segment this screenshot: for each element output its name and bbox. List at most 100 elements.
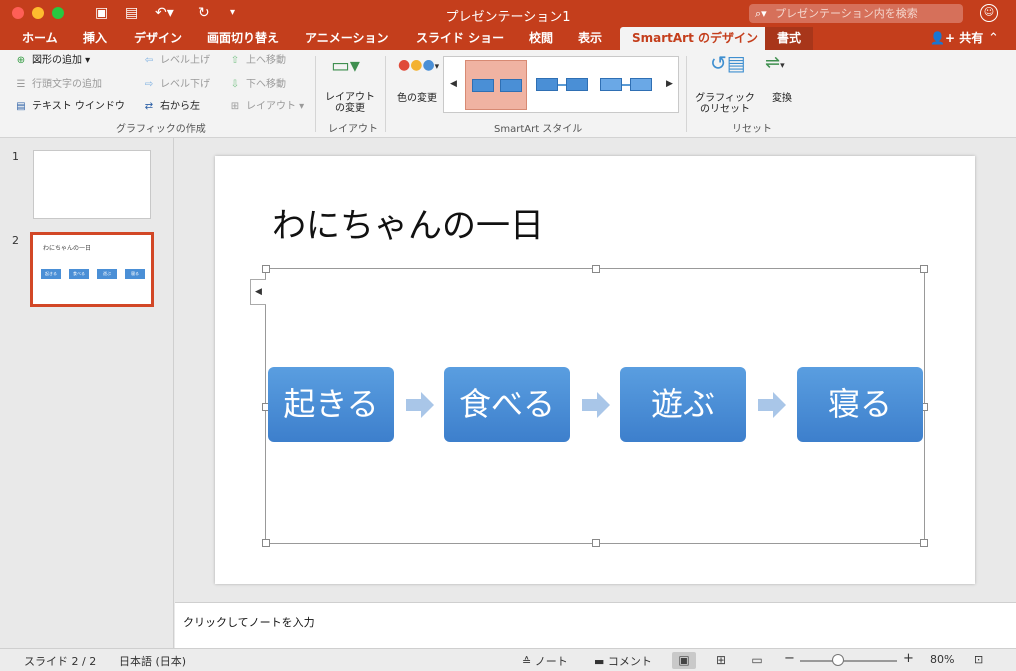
slide-title[interactable]: わにちゃんの一日: [272, 198, 544, 247]
bullet-icon: ☰: [16, 79, 26, 90]
right-arrow-icon: [582, 392, 610, 418]
fit-to-window-icon[interactable]: ⊡: [974, 653, 983, 666]
resize-handle[interactable]: [262, 539, 270, 547]
resize-handle[interactable]: [920, 265, 928, 273]
resize-handle[interactable]: [262, 265, 270, 273]
slide-thumbnail-2[interactable]: わにちゃんの一日 起きる 食べる 遊ぶ 寝る: [30, 232, 154, 307]
notes-pane[interactable]: クリックしてノートを入力: [175, 602, 1016, 648]
tab-slideshow[interactable]: スライド ショー: [416, 27, 504, 50]
add-bullet-button[interactable]: ☰ 行頭文字の追加: [14, 78, 102, 92]
group-label-styles: SmartArt スタイル: [494, 124, 583, 135]
tab-transitions[interactable]: 画面切り替え: [207, 27, 279, 50]
normal-view-icon[interactable]: ▣: [672, 652, 696, 669]
tab-home[interactable]: ホーム: [22, 27, 58, 50]
search-icon: ⌕▾: [755, 7, 767, 20]
language-indicator[interactable]: 日本語 (日本): [119, 653, 186, 669]
layout-icon: ▭▾: [331, 53, 360, 77]
demote-label: レベル下げ: [160, 79, 210, 90]
notes-icon: ≙: [522, 655, 535, 668]
convert-label: 変換: [772, 93, 792, 104]
resize-handle[interactable]: [920, 539, 928, 547]
zoom-slider[interactable]: [800, 660, 897, 662]
notes-placeholder: クリックしてノートを入力: [183, 616, 315, 629]
zoom-in-icon[interactable]: +: [903, 651, 914, 666]
style-thumb[interactable]: [596, 60, 658, 110]
right-arrow-icon: [758, 392, 786, 418]
right-to-left-label: 右から左: [160, 101, 200, 112]
text-pane-label: テキスト ウインドウ: [32, 101, 125, 112]
title-bar: ▣ ▤ ↶▾ ↻ ▾ プレゼンテーション1 ⌕▾ プレゼンテーション内を検索 ☺: [0, 0, 1016, 27]
smartart-graphic[interactable]: ◀ 起きる 食べる 遊ぶ 寝る: [250, 265, 928, 547]
style-thumb-shape: [536, 78, 558, 91]
tab-smartart-design[interactable]: SmartArt のデザイン: [620, 27, 771, 50]
right-to-left-button[interactable]: ⇄ 右から左: [142, 100, 200, 114]
smartart-shape[interactable]: 起きる: [268, 367, 394, 442]
style-thumb-selected[interactable]: [465, 60, 527, 110]
style-thumb-shape: [600, 78, 622, 91]
add-person-icon: 👤+: [930, 31, 960, 45]
feedback-smiley-icon[interactable]: ☺: [980, 4, 998, 22]
dropdown-arrow-icon: ▾: [82, 55, 91, 66]
gallery-prev-icon[interactable]: ◀: [450, 79, 457, 89]
style-thumb-shape: [630, 78, 652, 91]
add-shape-button[interactable]: ⊕ 図形の追加 ▾: [14, 54, 90, 68]
share-button[interactable]: 👤+ 共有: [930, 27, 983, 50]
zoom-slider-thumb[interactable]: [832, 654, 844, 666]
smartart-shape[interactable]: 食べる: [444, 367, 570, 442]
style-thumb-connector: [558, 84, 566, 86]
zoom-level[interactable]: 80%: [930, 653, 954, 666]
search-input[interactable]: ⌕▾ プレゼンテーション内を検索: [749, 4, 963, 23]
resize-handle[interactable]: [592, 539, 600, 547]
color-palette-icon: ●●●▾: [398, 57, 440, 73]
collapse-ribbon-icon[interactable]: ⌃: [988, 27, 999, 50]
reading-view-icon[interactable]: ▭: [745, 652, 769, 669]
change-layout-line2: の変更: [335, 103, 365, 114]
layout-dropdown-label: レイアウト: [246, 101, 296, 112]
move-down-button[interactable]: ⇩ 下へ移動: [228, 78, 286, 92]
add-shape-label: 図形の追加: [32, 55, 82, 66]
demote-button[interactable]: ⇨ レベル下げ: [142, 78, 210, 92]
tab-design[interactable]: デザイン: [134, 27, 182, 50]
smartart-shape[interactable]: 遊ぶ: [620, 367, 746, 442]
slide-counter: スライド 2 / 2: [24, 655, 97, 668]
resize-handle[interactable]: [592, 265, 600, 273]
slide[interactable]: わにちゃんの一日 ◀ 起きる 食べる 遊ぶ 寝る: [215, 156, 975, 584]
gallery-next-icon[interactable]: ▶: [666, 79, 673, 89]
search-placeholder: プレゼンテーション内を検索: [775, 7, 918, 20]
tab-animations[interactable]: アニメーション: [305, 27, 389, 50]
tab-review[interactable]: 校閲: [529, 27, 553, 50]
org-chart-icon: ⊞: [230, 101, 240, 112]
promote-button[interactable]: ⇦ レベル上げ: [142, 54, 210, 68]
tab-view[interactable]: 表示: [578, 27, 602, 50]
move-down-label: 下へ移動: [246, 79, 286, 90]
move-up-button[interactable]: ⇧ 上へ移動: [228, 54, 286, 68]
style-thumb[interactable]: [532, 60, 594, 110]
comment-icon: ▬: [594, 655, 608, 668]
slide-sorter-view-icon[interactable]: ⊞: [709, 652, 733, 669]
change-layout-label: レイアウト の変更: [322, 92, 378, 114]
smartart-style-gallery[interactable]: ◀ ▶: [443, 56, 679, 113]
tab-insert[interactable]: 挿入: [83, 27, 107, 50]
group-label-create-graphic: グラフィックの作成: [116, 124, 206, 135]
slide-number: 2: [12, 234, 19, 247]
zoom-out-icon[interactable]: −: [784, 651, 795, 666]
arrow-down-icon: ⇩: [230, 79, 240, 90]
thumb-box: 寝る: [125, 269, 145, 279]
notes-toggle-button[interactable]: ≙ ノート: [522, 653, 568, 669]
thumb-title: わにちゃんの一日: [43, 245, 92, 252]
arrow-up-icon: ⇧: [230, 55, 240, 66]
comments-toggle-label: コメント: [607, 655, 652, 668]
tab-format[interactable]: 書式: [765, 27, 814, 50]
reset-graphic-line2: のリセット: [700, 104, 750, 115]
slide-thumbnail-1[interactable]: [33, 150, 151, 219]
add-shape-icon: ⊕: [16, 55, 26, 66]
smartart-shape[interactable]: 寝る: [797, 367, 923, 442]
comments-toggle-button[interactable]: ▬ コメント: [594, 653, 652, 669]
slide-thumbnail-panel: 1 2 わにちゃんの一日 起きる 食べる 遊ぶ 寝る: [0, 138, 174, 648]
text-pane-button[interactable]: ▤ テキスト ウインドウ: [14, 100, 125, 114]
change-colors-label: 色の変更: [397, 93, 437, 104]
group-label-reset: リセット: [732, 124, 772, 135]
text-pane-toggle-icon[interactable]: ◀: [250, 279, 266, 305]
style-thumb-shape: [472, 79, 494, 92]
layout-dropdown[interactable]: ⊞ レイアウト ▾: [228, 100, 304, 114]
